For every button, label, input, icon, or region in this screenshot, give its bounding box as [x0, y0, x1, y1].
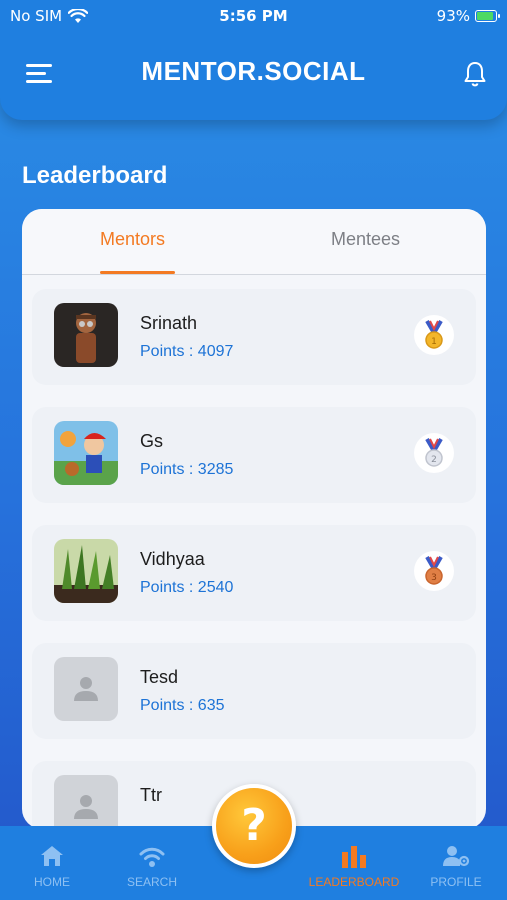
list-item[interactable]: Tesd Points : 635	[32, 643, 476, 739]
svg-text:2: 2	[431, 455, 437, 465]
battery-percent: 93%	[436, 7, 470, 25]
user-points: Points : 4097	[140, 343, 234, 360]
user-points: Points : 3285	[140, 461, 234, 478]
nav-home[interactable]: HOME	[31, 844, 73, 889]
svg-text:3: 3	[431, 573, 437, 583]
status-bar: No SIM 5:56 PM 93%	[0, 0, 507, 30]
page-title: Leaderboard	[22, 162, 168, 189]
app-header: No SIM 5:56 PM 93% MENTOR.SOCIAL	[0, 0, 507, 120]
home-icon	[41, 846, 63, 866]
avatar	[54, 539, 118, 603]
nav-search[interactable]: SEARCH	[125, 844, 179, 889]
nav-leaderboard-label: LEADERBOARD	[308, 875, 400, 889]
list-item[interactable]: Srinath Points : 4097 1	[32, 289, 476, 385]
user-name: Srinath	[140, 313, 198, 333]
nav-profile[interactable]: PROFILE	[428, 844, 484, 889]
person-icon	[74, 677, 98, 701]
user-points: Points : 635	[140, 697, 225, 714]
user-name: Ttr	[140, 785, 162, 805]
nav-search-label: SEARCH	[126, 875, 177, 889]
tab-mentors[interactable]: Mentors	[100, 229, 165, 250]
avatar-placeholder	[54, 775, 118, 829]
bell-icon[interactable]	[463, 60, 487, 88]
help-question-button[interactable]: ?	[212, 784, 296, 868]
active-tab-indicator	[100, 271, 175, 274]
person-icon	[74, 795, 98, 819]
tab-bar: Mentors Mentees	[22, 209, 486, 275]
leaderboard-card: Mentors Mentees Srinath Points : 4097 1 …	[22, 209, 486, 829]
silver-medal-icon: 2	[414, 433, 454, 473]
user-name: Tesd	[140, 667, 179, 687]
bronze-medal-icon: 3	[414, 551, 454, 591]
avatar	[54, 303, 118, 367]
app-title: MENTOR.SOCIAL	[141, 56, 366, 86]
wifi-search-icon	[139, 847, 165, 867]
nav-leaderboard[interactable]: LEADERBOARD	[306, 844, 402, 889]
list-item[interactable]: Vidhyaa Points : 2540 3	[32, 525, 476, 621]
gold-medal-icon: 1	[414, 315, 454, 355]
profile-settings-icon	[443, 846, 470, 867]
nav-profile-label: PROFILE	[430, 875, 482, 889]
user-name: Vidhyaa	[140, 549, 205, 569]
tab-mentees[interactable]: Mentees	[331, 229, 400, 250]
list-item[interactable]: Gs Points : 3285 2	[32, 407, 476, 503]
user-name: Gs	[140, 431, 164, 451]
status-time: 5:56 PM	[219, 7, 288, 25]
nav-home-label: HOME	[34, 875, 70, 889]
battery-icon	[475, 10, 500, 22]
svg-text:1: 1	[431, 337, 437, 347]
avatar-placeholder	[54, 657, 118, 721]
avatar	[54, 421, 118, 485]
user-points: Points : 2540	[140, 579, 234, 596]
bar-chart-icon	[342, 846, 366, 868]
